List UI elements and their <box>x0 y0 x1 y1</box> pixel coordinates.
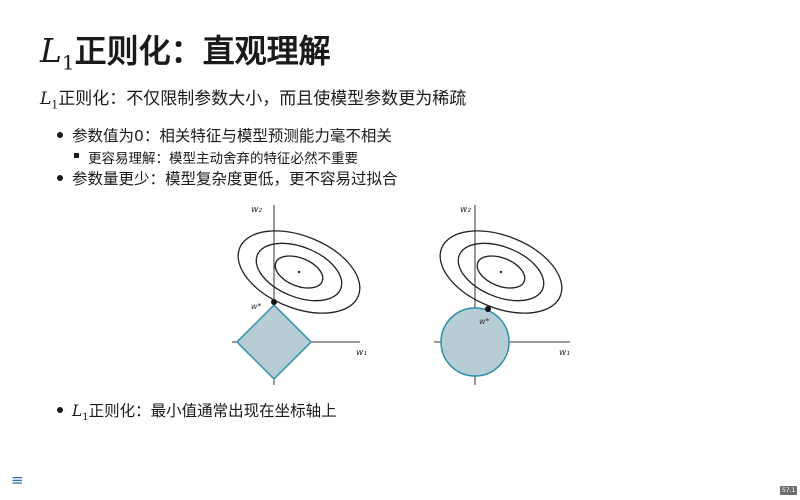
bullet-text: 正则化：最小值通常出现在坐标轴上 <box>88 402 337 420</box>
sub-bullet-square <box>74 153 79 158</box>
loss-contours <box>237 230 361 314</box>
optimum-label: w* <box>251 302 262 311</box>
loss-contours <box>439 230 563 314</box>
l2-diagram: w₂ w₁ w* <box>434 205 570 385</box>
bullet-item-sparse: 参数值为0：相关特征与模型预测能力毫不相关 <box>72 127 392 145</box>
title-text: 正则化：直观理解 <box>74 32 331 70</box>
optimum-point <box>271 299 277 305</box>
bullet-item-fewer-params: 参数量更少：模型复杂度更低，更不容易过拟合 <box>72 170 398 188</box>
sub-bullet-item-interpretable: 更容易理解：模型主动舍弃的特征必然不重要 <box>88 151 358 167</box>
bullet-item-axis-minimum: L1正则化：最小值通常出现在坐标轴上 <box>72 399 337 423</box>
bullet-dot <box>57 407 63 413</box>
hamburger-menu-icon[interactable]: ≡ <box>11 471 24 489</box>
l1-diagram: w₂ w₁ w* <box>232 205 367 385</box>
axis-y-label: w₂ <box>251 205 262 215</box>
optimum-point <box>485 306 491 312</box>
l1-l2-contour-figure: w₂ w₁ w* w₂ w₁ w* <box>232 205 570 385</box>
optimum-label: w* <box>479 317 490 326</box>
axis-x-label: w₁ <box>356 348 367 358</box>
title-math: L1 <box>40 31 75 75</box>
bullet-dot <box>57 132 63 138</box>
axis-y-label: w₂ <box>460 205 471 215</box>
slide-title: L1正则化：直观理解 <box>40 26 331 75</box>
axis-x-label: w₁ <box>559 348 570 358</box>
l1-diamond-constraint <box>235 303 313 381</box>
bullet-dot <box>57 175 63 181</box>
l2-circle-constraint <box>440 307 510 377</box>
slide-subtitle: L1正则化：不仅限制参数大小，而且使模型参数更为稀疏 <box>40 84 466 111</box>
bullet-math: L1 <box>72 402 89 424</box>
subtitle-math: L1 <box>40 89 59 112</box>
subtitle-text: 正则化：不仅限制参数大小，而且使模型参数更为稀疏 <box>58 89 467 109</box>
page-number-badge: 57.1 <box>780 486 798 495</box>
